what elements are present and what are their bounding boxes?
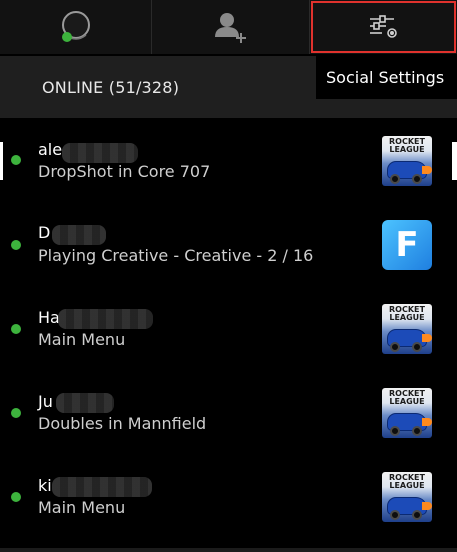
friend-activity: Doubles in Mannfield xyxy=(38,414,207,433)
online-status-icon xyxy=(11,324,21,334)
friend-activity: Main Menu xyxy=(38,330,126,349)
tab-social-settings[interactable] xyxy=(311,1,456,53)
rocket-league-icon: ROCKET LEAGUE xyxy=(382,136,432,186)
friend-name: ale xyxy=(38,140,63,159)
game-logo-text: ROCKET LEAGUE xyxy=(389,389,425,406)
fortnite-icon: F xyxy=(382,220,432,270)
avatar-status-icon xyxy=(61,11,90,42)
friend-activity: DropShot in Core 707 xyxy=(38,162,211,181)
social-settings-tooltip: Social Settings xyxy=(316,56,457,99)
name-redaction xyxy=(56,393,114,413)
name-redaction xyxy=(52,477,152,497)
online-status-icon xyxy=(11,492,21,502)
friend-row[interactable]: ale DropShot in Core 707 ROCKET LEAGUE xyxy=(0,124,457,208)
game-logo-text: ROCKET LEAGUE xyxy=(389,305,425,322)
rocket-league-icon: ROCKET LEAGUE xyxy=(382,388,432,438)
tab-add-friend[interactable] xyxy=(152,0,310,54)
friend-row[interactable]: Ju Doubles in Mannfield ROCKET LEAGUE xyxy=(0,376,457,460)
add-friend-icon xyxy=(214,13,246,43)
game-logo-text: ROCKET LEAGUE xyxy=(389,473,425,490)
friend-name: ki xyxy=(38,476,52,495)
social-tab-bar xyxy=(0,0,457,54)
social-settings-icon xyxy=(369,15,397,38)
online-status-icon xyxy=(11,240,21,250)
game-logo-text: ROCKET LEAGUE xyxy=(389,137,425,154)
online-status-icon xyxy=(11,155,21,165)
rocket-league-icon: ROCKET LEAGUE xyxy=(382,304,432,354)
friend-name: D xyxy=(38,223,51,242)
friend-activity: Playing Creative - Creative - 2 / 16 xyxy=(38,246,314,265)
tab-status[interactable] xyxy=(0,0,152,54)
friend-name: Ha xyxy=(38,308,60,327)
online-section-header[interactable]: ONLINE (51/328) xyxy=(0,56,316,118)
friend-row[interactable]: ki Main Menu ROCKET LEAGUE xyxy=(0,460,457,544)
name-redaction xyxy=(62,143,138,163)
rocket-league-icon: ROCKET LEAGUE xyxy=(382,472,432,522)
friend-activity: Main Menu xyxy=(38,498,126,517)
friend-row[interactable]: Ha Main Menu ROCKET LEAGUE xyxy=(0,292,457,376)
name-redaction xyxy=(58,309,153,329)
name-redaction xyxy=(52,225,106,245)
online-status-icon xyxy=(11,408,21,418)
friend-name: Ju xyxy=(38,392,53,411)
friend-row[interactable]: D Playing Creative - Creative - 2 / 16 F xyxy=(0,208,457,292)
bottom-border xyxy=(0,548,457,552)
